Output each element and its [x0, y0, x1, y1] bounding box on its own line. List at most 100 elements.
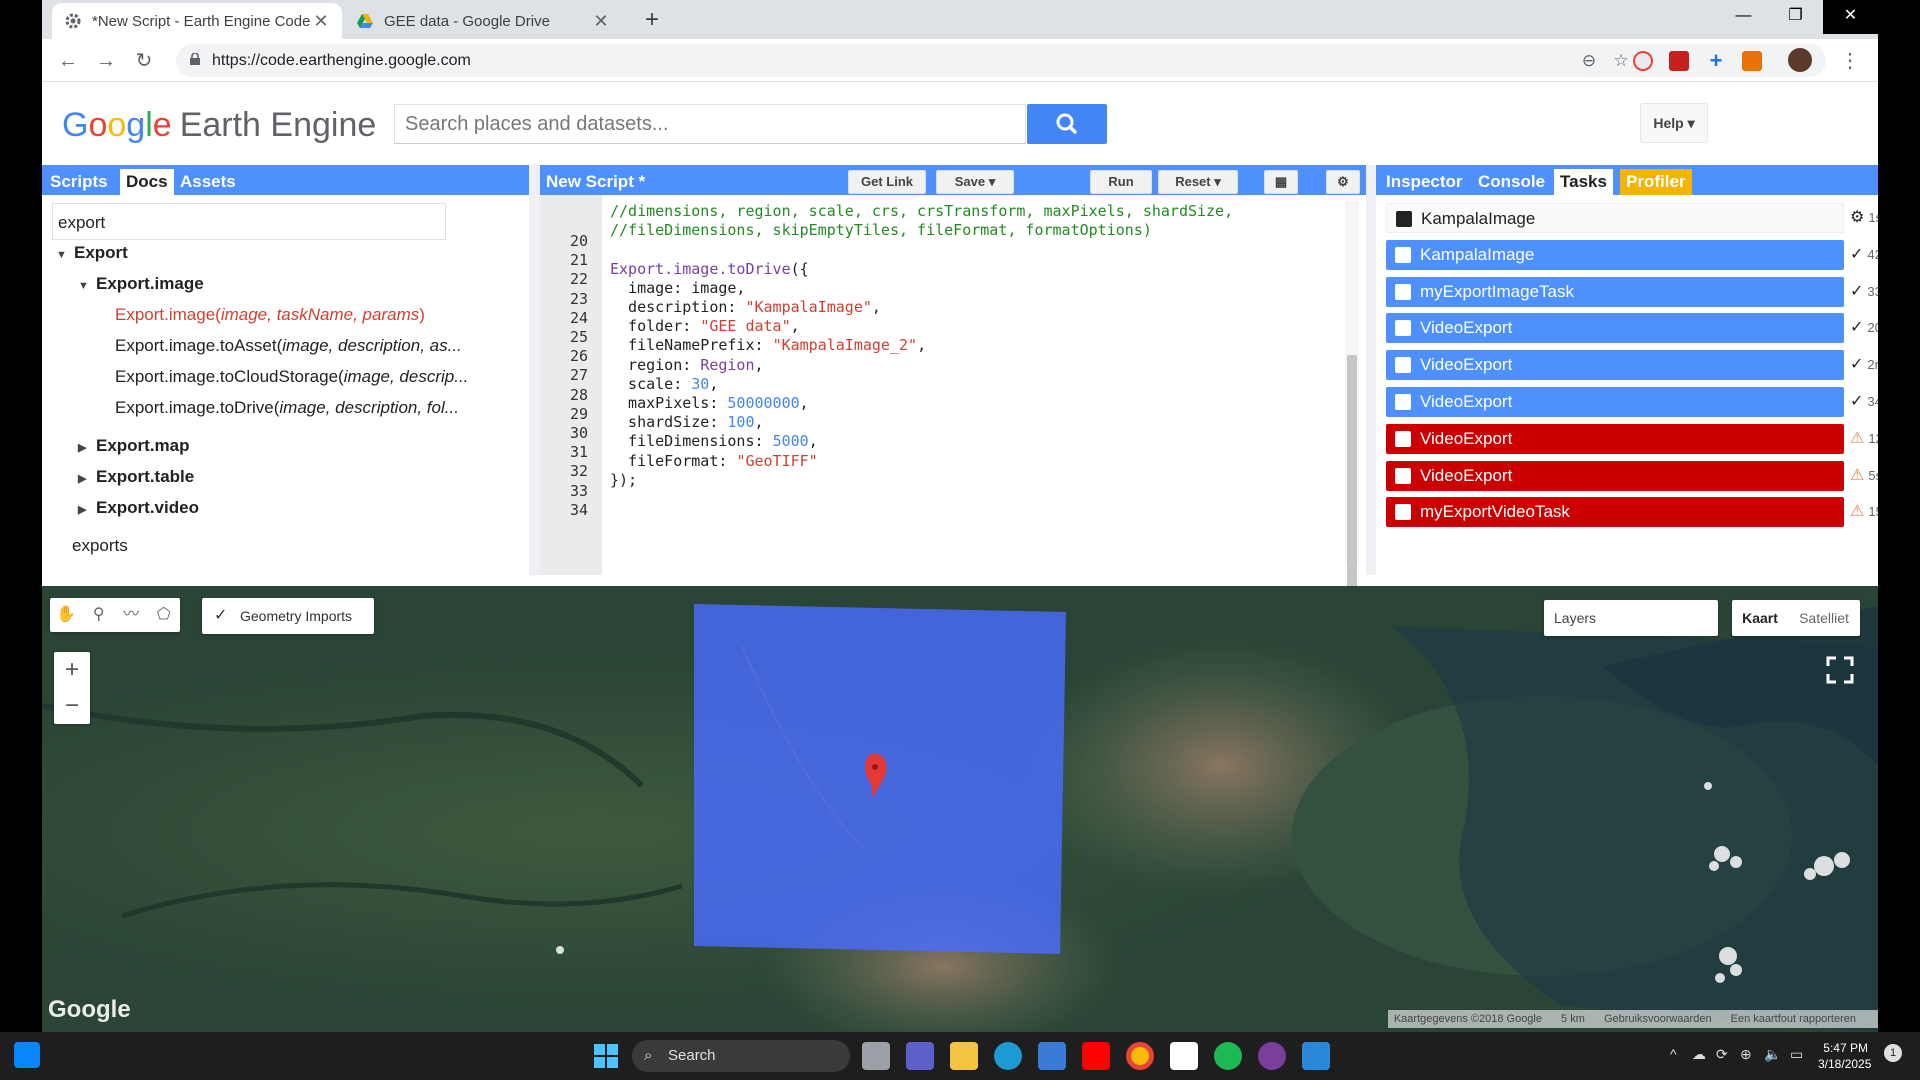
- puzzle-extension-icon[interactable]: [1742, 51, 1762, 71]
- extension-icon[interactable]: [1633, 51, 1653, 71]
- scale-bar[interactable]: 5 km: [1561, 1013, 1585, 1025]
- add-marker-icon[interactable]: ⚲: [83, 598, 116, 632]
- code-line[interactable]: //dimensions, region, scale, crs, crsTra…: [610, 202, 1233, 220]
- media-player-icon[interactable]: [1302, 1042, 1330, 1070]
- system-clock[interactable]: 5:47 PM 3/18/2025: [1818, 1040, 1871, 1072]
- windows-start-icon[interactable]: [592, 1042, 620, 1070]
- task-view-icon[interactable]: [862, 1042, 890, 1070]
- notification-badge[interactable]: 1: [1884, 1044, 1902, 1062]
- map-type-satellite-button[interactable]: Satelliet: [1788, 600, 1860, 636]
- tree-export-map[interactable]: ▶ Export.map: [78, 436, 190, 456]
- store-icon[interactable]: [1038, 1042, 1066, 1070]
- task-item[interactable]: myExportVideoTask: [1386, 497, 1844, 528]
- draw-line-icon[interactable]: 〰: [115, 598, 148, 632]
- left-panel-resizer[interactable]: [529, 165, 540, 575]
- tab-assets[interactable]: Assets: [174, 169, 242, 195]
- doc-export-image[interactable]: Export.image(image, taskName, params): [115, 305, 425, 325]
- run-button[interactable]: Run: [1090, 170, 1152, 194]
- file-explorer-icon[interactable]: [950, 1042, 978, 1070]
- zoom-out-button[interactable]: −: [54, 688, 90, 724]
- tab-inspector[interactable]: Inspector: [1380, 169, 1469, 195]
- save-button[interactable]: Save ▾: [936, 170, 1014, 194]
- task-item[interactable]: VideoExport: [1386, 423, 1844, 454]
- restore-window-button[interactable]: ❐: [1768, 0, 1823, 34]
- search-button[interactable]: [1027, 104, 1107, 144]
- tray-chevron-icon[interactable]: ^: [1670, 1046, 1677, 1062]
- code-line[interactable]: fileNamePrefix: "KampalaImage_2",: [610, 336, 926, 354]
- apps-grid-icon[interactable]: ▦: [1264, 170, 1298, 194]
- places-search-box[interactable]: [394, 104, 1026, 144]
- code-line[interactable]: description: "KampalaImage",: [610, 298, 881, 316]
- terms-link[interactable]: Gebruiksvoorwaarden: [1604, 1013, 1712, 1025]
- scrollbar-thumb[interactable]: [1347, 355, 1357, 595]
- tree-exports[interactable]: exports: [72, 536, 128, 556]
- task-item[interactable]: VideoExport: [1386, 350, 1844, 381]
- bookmark-star-icon[interactable]: ☆: [1611, 51, 1631, 71]
- browser-menu-icon[interactable]: ⋮: [1836, 47, 1864, 75]
- tab-earth-engine[interactable]: *New Script - Earth Engine Code ✕: [52, 3, 342, 39]
- map-type-map-button[interactable]: Kaart: [1732, 600, 1788, 636]
- tab-scripts[interactable]: Scripts: [44, 169, 114, 195]
- onedrive-icon[interactable]: ☁: [1692, 1046, 1706, 1063]
- doc-export-image-to-asset[interactable]: Export.image.toAsset(image, description,…: [115, 336, 462, 356]
- geometry-imports-toggle[interactable]: ✓ Geometry Imports: [202, 598, 374, 634]
- minimize-window-button[interactable]: —: [1716, 0, 1771, 34]
- reload-icon[interactable]: ↻: [130, 47, 158, 75]
- network-icon[interactable]: ⊕: [1740, 1046, 1752, 1063]
- tree-export-video[interactable]: ▶ Export.video: [78, 498, 199, 518]
- doc-export-image-to-cloud-storage[interactable]: Export.image.toCloudStorage(image, descr…: [115, 367, 468, 387]
- edge-icon[interactable]: [994, 1042, 1022, 1070]
- docs-filter-input[interactable]: export: [52, 203, 446, 240]
- spotify-icon[interactable]: [1214, 1042, 1242, 1070]
- zoom-in-button[interactable]: +: [54, 652, 90, 688]
- pan-hand-icon[interactable]: ✋: [50, 598, 83, 632]
- sync-icon[interactable]: ⟳: [1716, 1046, 1728, 1063]
- get-link-button[interactable]: Get Link: [848, 170, 926, 194]
- app-icon[interactable]: [1258, 1042, 1286, 1070]
- plus-extension-icon[interactable]: +: [1706, 50, 1726, 72]
- task-item[interactable]: KampalaImage: [1386, 203, 1844, 233]
- code-line[interactable]: folder: "GEE data",: [610, 317, 800, 335]
- earth-engine-logo[interactable]: Google Earth Engine: [62, 106, 376, 145]
- editor-scrollbar[interactable]: [1345, 201, 1359, 595]
- zoom-icon[interactable]: ⊖: [1579, 51, 1599, 71]
- settings-gear-icon[interactable]: ⚙: [1326, 170, 1360, 194]
- battery-icon[interactable]: ▭: [1790, 1046, 1803, 1063]
- help-button[interactable]: Help ▾: [1640, 103, 1708, 143]
- report-error-link[interactable]: Een kaartfout rapporteren: [1731, 1013, 1856, 1025]
- code-line[interactable]: fileDimensions: 5000,: [610, 432, 818, 450]
- tab-google-drive[interactable]: GEE data - Google Drive ✕: [344, 3, 622, 39]
- new-tab-button[interactable]: +: [638, 6, 666, 34]
- code-line[interactable]: maxPixels: 50000000,: [610, 394, 809, 412]
- tab-profiler[interactable]: Profiler: [1620, 169, 1692, 195]
- youtube-icon[interactable]: [1082, 1042, 1110, 1070]
- task-item[interactable]: KampalaImage: [1386, 239, 1844, 270]
- taskbar-search[interactable]: ⌕ Search: [632, 1040, 850, 1072]
- close-window-button[interactable]: ✕: [1823, 0, 1878, 34]
- tab-console[interactable]: Console: [1472, 169, 1551, 195]
- tab-tasks[interactable]: Tasks: [1554, 169, 1613, 195]
- task-item[interactable]: myExportImageTask: [1386, 276, 1844, 307]
- doc-export-image-to-drive[interactable]: Export.image.toDrive(image, description,…: [115, 398, 459, 418]
- volume-icon[interactable]: 🔈: [1764, 1046, 1781, 1063]
- task-item[interactable]: VideoExport: [1386, 387, 1844, 417]
- address-bar[interactable]: https://code.earthengine.google.com ⊖ ☆: [176, 44, 1826, 77]
- tree-export[interactable]: ▼ Export: [56, 243, 128, 263]
- code-line[interactable]: image: image,: [610, 279, 745, 297]
- capcut-icon[interactable]: [1170, 1042, 1198, 1070]
- places-search-input[interactable]: [395, 105, 1025, 143]
- back-icon[interactable]: ←: [54, 47, 82, 75]
- forward-icon[interactable]: →: [92, 47, 120, 75]
- draw-shape-icon[interactable]: ⬠: [148, 598, 181, 632]
- close-tab-icon[interactable]: ✕: [312, 11, 330, 32]
- map-view[interactable]: ✋ ⚲ 〰 ⬠ ✓ Geometry Imports + − Layers Ka…: [42, 586, 1878, 1032]
- code-line[interactable]: region: Region,: [610, 356, 763, 374]
- fullscreen-icon[interactable]: [1822, 652, 1858, 688]
- close-tab-icon[interactable]: ✕: [592, 11, 610, 32]
- reset-button[interactable]: Reset ▾: [1158, 170, 1238, 194]
- teams-icon[interactable]: [906, 1042, 934, 1070]
- code-line[interactable]: Export.image.toDrive({: [610, 260, 809, 278]
- profile-avatar[interactable]: [1788, 48, 1812, 72]
- tab-docs[interactable]: Docs: [120, 169, 174, 195]
- code-line[interactable]: shardSize: 100,: [610, 413, 763, 431]
